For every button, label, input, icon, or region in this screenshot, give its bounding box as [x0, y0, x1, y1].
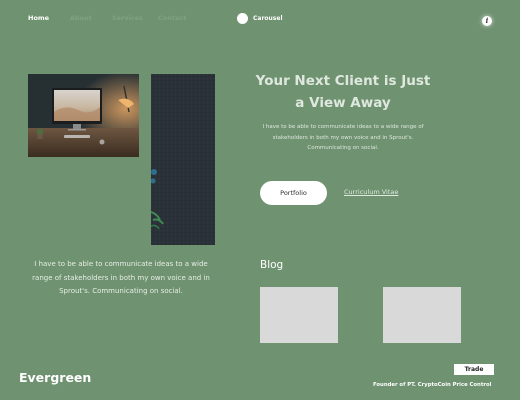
- curriculum-vitae-link[interactable]: Curriculum Vitae: [344, 188, 398, 196]
- nav-services-link[interactable]: Services: [112, 14, 143, 22]
- carousel-label: Carousel: [253, 14, 283, 22]
- hero-description: I have to be able to communicate ideas t…: [262, 124, 424, 151]
- nav-contact-link[interactable]: Contact: [158, 14, 186, 22]
- blog-card[interactable]: [260, 287, 338, 343]
- brand-logo: Evergreen: [19, 370, 92, 385]
- portfolio-button[interactable]: Portfolio: [260, 181, 327, 205]
- desk-scene-illustration: [28, 74, 139, 157]
- founder-caption: Founder of PT. CryptoCoin Price Control: [373, 382, 492, 388]
- nav-about-link[interactable]: About: [70, 14, 92, 22]
- nav-home-link[interactable]: Home: [28, 14, 49, 22]
- intro-paragraph: I have to be able to communicate ideas t…: [32, 260, 210, 295]
- carousel-toggle[interactable]: Carousel: [237, 12, 283, 24]
- blog-card[interactable]: [383, 287, 461, 343]
- top-nav: Home About Services Contact Carousel i: [0, 0, 520, 38]
- desk-workspace-image: [28, 74, 139, 157]
- blog-heading: Blog: [260, 259, 284, 271]
- carousel-dot-icon: [237, 12, 248, 24]
- info-icon[interactable]: i: [482, 16, 492, 26]
- hero-title: Your Next Client is Just a View Away: [255, 73, 431, 111]
- trade-button[interactable]: Trade: [454, 364, 494, 375]
- dark-wall-plant-image: [151, 74, 215, 245]
- dark-wall-illustration: [151, 74, 215, 245]
